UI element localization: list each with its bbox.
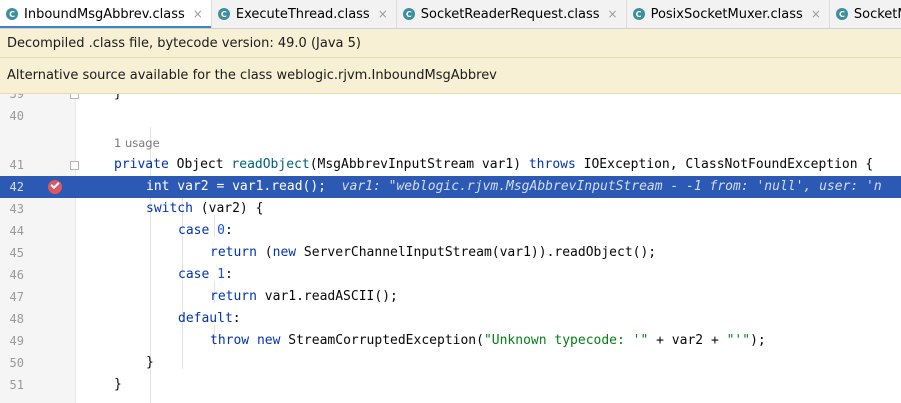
fold-icon[interactable] [70,161,79,170]
tab-label: InboundMsgAbbrev.class [24,6,185,22]
tab-inboundmsgabbrev[interactable]: C InboundMsgAbbrev.class × [0,0,212,28]
class-icon: C [835,8,848,20]
code-line-46[interactable]: 46 case 1: [0,264,901,286]
tab-posixsocketmuxer[interactable]: C PosixSocketMuxer.class × [627,0,830,28]
code-line-48[interactable]: 48 default: [0,308,901,330]
line-number: 48 [9,312,24,326]
line-number: 43 [9,202,24,216]
code-text: } [114,377,122,392]
code-text: } [146,355,154,370]
line-number: 41 [9,158,24,172]
line-number: 42 [9,180,24,194]
tab-label: PosixSocketMuxer.class [650,6,803,22]
line-number: 50 [9,356,24,370]
line-number: 44 [9,224,24,238]
code-text: int var2 = var1.read(); var1: "weblogic.… [146,179,882,194]
line-number: 39 [9,94,24,101]
inline-debug-value: var1: "weblogic.rjvm.MsgAbbrevInputStrea… [326,179,882,194]
code-text: case 1: [178,267,233,282]
decompiled-notice-text: Decompiled .class file, bytecode version… [7,35,361,51]
tab-executethread[interactable]: C ExecuteThread.class × [212,0,397,28]
close-icon[interactable]: × [378,7,388,21]
class-icon: C [6,8,18,20]
fold-icon[interactable] [70,94,79,99]
class-icon: C [402,8,415,20]
code-text: switch (var2) { [146,201,264,216]
code-line-45[interactable]: 45 return (new ServerChannelInputStream(… [0,242,901,264]
line-number: 51 [9,378,24,392]
close-icon[interactable]: × [608,7,618,21]
code-text: return var1.readASCII(); [210,289,398,304]
code-line-49[interactable]: 49 throw new StreamCorruptedException("U… [0,330,901,352]
code-text: return (new ServerChannelInputStream(var… [210,245,657,260]
tab-label: SocketMuxer.class [853,6,901,22]
tab-label: ExecuteThread.class [235,6,370,22]
code-line-47[interactable]: 47 return var1.readASCII(); [0,286,901,308]
tab-label: SocketReaderRequest.class [420,6,600,22]
class-icon: C [632,8,645,20]
close-icon[interactable]: × [811,7,821,21]
close-icon[interactable]: × [193,7,203,21]
code-text: default: [178,311,241,326]
editor-tab-bar: C InboundMsgAbbrev.class × C ExecuteThre… [0,0,901,29]
code-text: case 0: [178,223,233,238]
code-line-43[interactable]: 43 switch (var2) { [0,198,901,220]
code-editor[interactable]: 39 } 40 1 usage 41 private Object readOb… [0,94,901,403]
line-number: 47 [9,290,24,304]
code-line-42[interactable]: 42 int var2 = var1.read(); var1: "weblog… [0,176,901,198]
line-number: 49 [9,334,24,348]
class-icon: C [217,8,230,20]
code-line-51[interactable]: 51 } [0,374,901,396]
usage-hint[interactable]: 1 usage [114,132,160,154]
breakpoint-icon[interactable] [48,180,62,194]
decompiled-notice-banner: Decompiled .class file, bytecode version… [0,29,901,58]
code-line-44[interactable]: 44 case 0: [0,220,901,242]
code-text: private Object readObject(MsgAbbrevInput… [114,157,874,172]
line-number: 40 [9,109,24,123]
tab-socketreaderrequest[interactable]: C SocketReaderRequest.class × [397,0,627,28]
alternative-source-text: Alternative source available for the cla… [7,68,497,83]
alternative-source-banner: Alternative source available for the cla… [0,58,901,94]
line-number: 45 [9,246,24,260]
line-number: 46 [9,268,24,282]
code-line-50[interactable]: 50 } [0,352,901,374]
code-text: } [114,94,122,105]
code-line-39[interactable]: 39 } [0,94,901,105]
code-text: throw new StreamCorruptedException("Unkn… [210,333,766,348]
code-line-40[interactable]: 40 [0,105,901,127]
tab-socketmuxer[interactable]: C SocketMuxer.class [830,0,901,28]
code-line-41[interactable]: 41 private Object readObject(MsgAbbrevIn… [0,154,901,176]
